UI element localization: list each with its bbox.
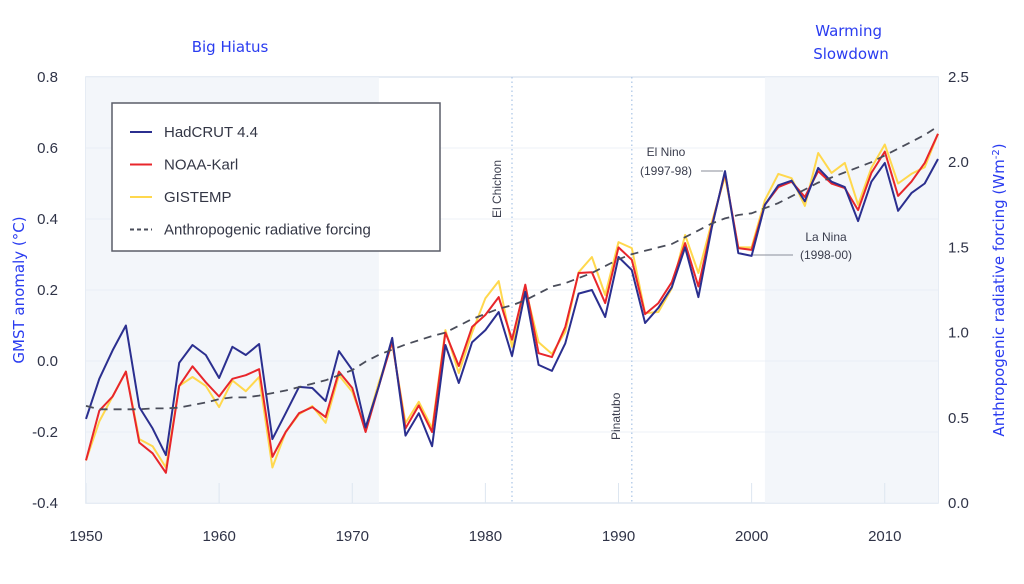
y-tick-label-right: 0.5 (948, 410, 969, 427)
annotation-el-nino-line2: (1997-98) (640, 164, 692, 178)
x-tick-label: 1970 (336, 528, 369, 545)
legend-label: NOAA-Karl (164, 157, 238, 174)
y-tick-label-left: -0.2 (32, 424, 58, 441)
x-tick-label: 1950 (69, 528, 102, 545)
y-tick-label-left: 0.6 (37, 140, 58, 157)
region-label-big-hiatus: Big Hiatus (192, 38, 269, 56)
x-tick-label: 2000 (735, 528, 768, 545)
y-tick-label-right: 1.0 (948, 325, 969, 342)
y-tick-label-right: 2.5 (948, 69, 969, 86)
legend-label: GISTEMP (164, 189, 232, 206)
chart: 0.8 0.6 0.4 0.2 0.0 -0.2 -0.4 2.5 2.0 1.5 1.0 0.5 0.… (10, 22, 1008, 545)
legend-label: Anthropogenic radiative forcing (164, 222, 371, 239)
y-axis-title-right: Anthropogenic radiative forcing (Wm-2) (990, 143, 1008, 436)
y-tick-label-right: 0.0 (948, 495, 969, 512)
y-tick-label-left: 0.4 (37, 211, 58, 228)
marker-label-pinatubo: Pinatubo (609, 392, 623, 440)
marker-label-el-chichon: El Chichon (490, 160, 504, 218)
y-tick-label-left: 0.0 (37, 353, 58, 370)
annotation-el-nino-line1: El Nino (647, 145, 686, 159)
y-axis-title-left: GMST anomaly (°C) (10, 216, 28, 363)
y-tick-label-left: 0.8 (37, 69, 58, 86)
x-tick-label: 1990 (602, 528, 635, 545)
y-tick-label-right: 2.0 (948, 154, 969, 171)
y-tick-label-right: 1.5 (948, 239, 969, 256)
legend-label: HadCRUT 4.4 (164, 124, 258, 141)
annotation-la-nina-line2: (1998-00) (800, 248, 852, 262)
y-tick-label-left: 0.2 (37, 282, 58, 299)
region-label-warming-slowdown: Warming Slowdown (813, 22, 889, 63)
y-tick-label-left: -0.4 (32, 495, 58, 512)
x-tick-label: 1960 (202, 528, 235, 545)
x-tick-label: 2010 (868, 528, 901, 545)
x-tick-label: 1980 (469, 528, 502, 545)
legend: HadCRUT 4.4 NOAA-Karl GISTEMP Anthropogenic… (111, 102, 441, 252)
annotation-la-nina-line1: La Nina (805, 230, 847, 244)
